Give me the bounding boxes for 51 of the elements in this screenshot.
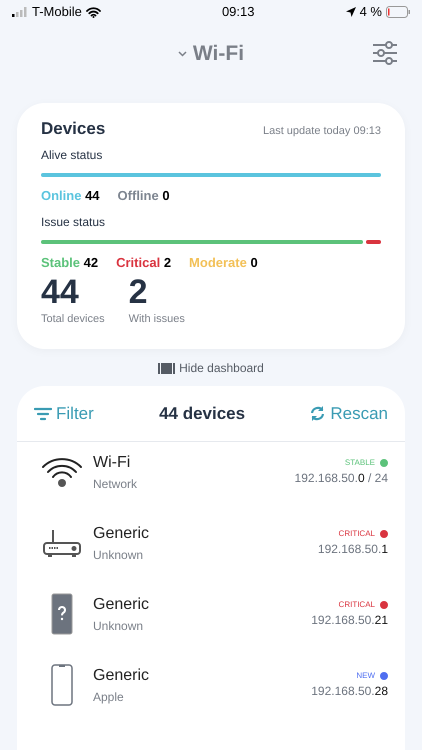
signal-icon: [12, 7, 28, 17]
legend-item: Moderate 0: [189, 254, 258, 272]
hide-dashboard-button[interactable]: Hide dashboard: [158, 359, 264, 377]
unknown-device-icon: [51, 592, 73, 634]
network-dropdown[interactable]: Wi-Fi: [178, 38, 244, 70]
ip-address: 192.168.50.28: [311, 682, 388, 700]
status-label: STABLE: [344, 456, 375, 468]
chevron-down-icon: [178, 51, 187, 57]
device-vendor: Unknown: [93, 546, 144, 564]
filter-button[interactable]: Filter: [34, 400, 94, 426]
status-label: CRITICAL: [338, 528, 375, 540]
refresh-icon: [310, 405, 326, 422]
legend-item: Offline 0: [118, 186, 170, 204]
ip-address: 192.168.50.21: [311, 612, 388, 628]
total-number: 44: [41, 272, 80, 310]
dashboard-icon: [158, 362, 176, 374]
device-vendor: Apple: [93, 688, 125, 706]
phone-icon: [51, 664, 73, 706]
settings-icon[interactable]: [372, 41, 398, 65]
location-icon: [346, 7, 356, 17]
total-number: 2: [128, 272, 149, 310]
total-label: Total devices: [41, 312, 105, 326]
wifi-icon: [41, 456, 83, 488]
wifi-icon: [86, 6, 101, 18]
carrier-name: T-Mobile: [32, 3, 82, 22]
device-vendor: Network: [93, 476, 138, 492]
device-name: Wi-Fi: [93, 452, 132, 472]
router-icon: [42, 528, 82, 558]
status-bar-segment: [366, 240, 381, 244]
last-update: Last update today 09:13: [262, 124, 381, 139]
device-name: Generic: [93, 594, 150, 614]
section-label: Alive status: [41, 146, 104, 164]
clock-time: 09:13: [222, 3, 254, 22]
battery-percent: 4 %: [360, 3, 382, 22]
status-label: NEW: [356, 670, 375, 682]
legend-item: Online 44: [41, 186, 100, 204]
device-name: Generic: [93, 524, 150, 544]
ip-address: 192.168.50.1: [318, 540, 388, 558]
battery-icon: [386, 6, 410, 18]
status-label: CRITICAL: [338, 598, 375, 610]
ip-address: 192.168.50.0 / 24: [294, 470, 388, 486]
device-vendor: Unknown: [93, 618, 144, 634]
total-label: With issues: [128, 312, 185, 326]
legend-item: Critical 2: [116, 254, 172, 272]
section-label: Issue status: [41, 214, 106, 231]
card-title: Devices: [41, 118, 106, 140]
rescan-button[interactable]: Rescan: [310, 400, 388, 426]
legend-item: Stable 42: [41, 254, 98, 272]
device-count: 44 devices: [159, 402, 246, 425]
device-name: Generic: [93, 666, 150, 686]
filter-icon: [34, 406, 52, 420]
